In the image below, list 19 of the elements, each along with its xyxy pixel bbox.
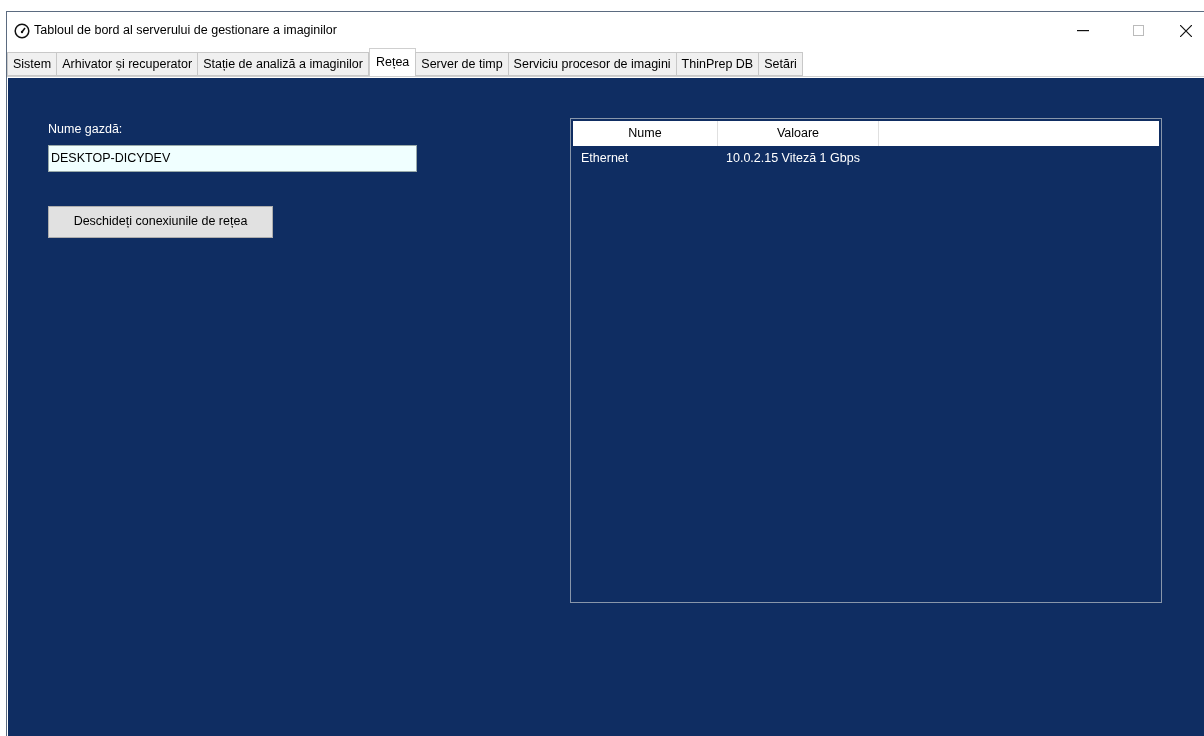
open-connections-button[interactable]: Deschideți conexiunile de rețea bbox=[48, 205, 273, 238]
gauge-icon bbox=[14, 22, 30, 39]
tab[interactable]: Server de timp bbox=[415, 52, 509, 76]
tab[interactable]: ThinPrep DB bbox=[675, 52, 760, 76]
hostname-field[interactable]: DESKTOP-DICYDEV bbox=[48, 144, 417, 172]
tab[interactable]: Serviciu procesor de imagini bbox=[507, 52, 677, 76]
column-header[interactable]: Valoare bbox=[718, 121, 879, 146]
tab[interactable]: Sistem bbox=[7, 52, 58, 76]
window-title: Tabloul de bord al serverului de gestionare a imaginilor bbox=[34, 22, 337, 40]
tab[interactable]: Rețea bbox=[368, 48, 417, 76]
table-cell-text: Ethernet bbox=[580, 149, 630, 167]
minimize-icon[interactable] bbox=[1077, 29, 1089, 32]
tab[interactable]: Arhivator și recuperator bbox=[56, 52, 199, 76]
column-header[interactable]: Nume bbox=[573, 121, 718, 146]
table-cell-text: 10.0.2.15 Viteză 1 Gbps bbox=[725, 149, 861, 167]
tab[interactable]: Setări bbox=[758, 52, 803, 76]
tab[interactable]: Stație de analiză a imaginilor bbox=[197, 52, 369, 76]
hostname-label: Nume gazdă: bbox=[48, 121, 124, 138]
close-icon[interactable] bbox=[1180, 24, 1192, 37]
